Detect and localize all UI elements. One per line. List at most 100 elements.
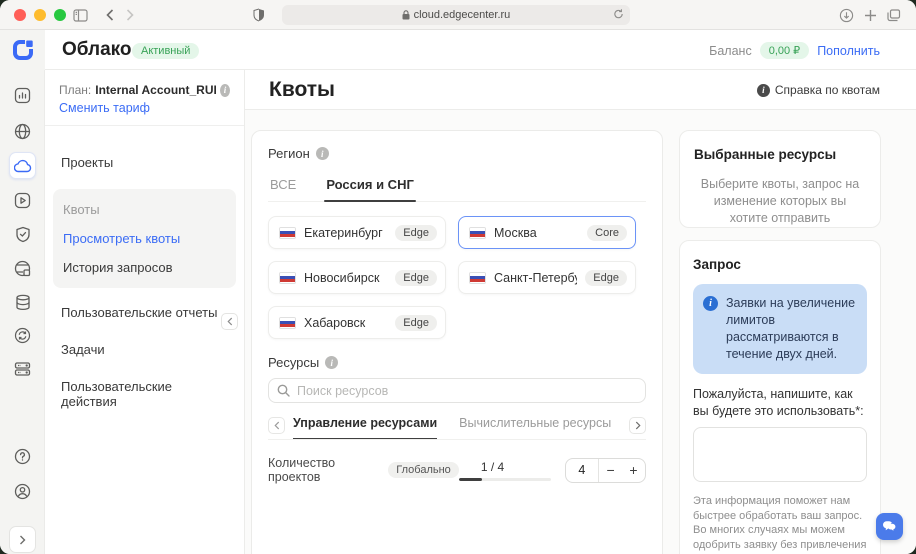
city-card-petersburg[interactable]: Санкт-Петербург Edge	[458, 261, 636, 294]
forward-button[interactable]	[120, 5, 140, 25]
sidebar-collapse-button[interactable]	[221, 313, 238, 330]
quota-name-label: Количество проектов	[268, 456, 382, 484]
city-card-novosibirsk[interactable]: Новосибирск Edge	[268, 261, 446, 294]
help-icon	[14, 448, 31, 465]
rail-item-servers[interactable]	[9, 355, 36, 382]
russia-flag-icon	[469, 227, 486, 239]
request-title: Запрос	[693, 257, 867, 272]
region-tab-russia[interactable]: Россия и СНГ	[324, 171, 416, 201]
sidebar-item-tasks[interactable]: Задачи	[45, 333, 244, 366]
rail-item-network[interactable]	[9, 118, 36, 145]
globe-node-icon	[14, 260, 31, 277]
reload-icon[interactable]	[613, 8, 624, 23]
request-infobox: i Заявки на увеличение лимитов рассматри…	[693, 284, 867, 374]
plan-info-icon[interactable]: i	[220, 84, 230, 97]
region-tabs: ВСЕ Россия и СНГ	[268, 171, 646, 202]
edgecenter-logo[interactable]	[11, 38, 35, 62]
page-title: Квоты	[269, 78, 335, 102]
city-grid: Екатеринбург Edge Москва Core Новосибирс…	[268, 216, 646, 339]
play-icon	[14, 192, 31, 209]
city-name: Новосибирск	[304, 271, 387, 285]
stepper-decrease-button[interactable]: −	[599, 459, 622, 482]
request-usage-textarea[interactable]	[693, 427, 867, 482]
plan-label: План:	[59, 83, 91, 98]
quota-help-link[interactable]: i Справка по квотам	[757, 83, 880, 97]
russia-flag-icon	[279, 317, 296, 329]
rail-item-storage[interactable]	[9, 289, 36, 316]
back-button[interactable]	[100, 5, 120, 25]
sidebar-toggle-icon[interactable]	[70, 5, 90, 25]
tier-badge: Edge	[395, 270, 437, 286]
quota-card: Регион i ВСЕ Россия и СНГ Екатеринбург E…	[251, 130, 663, 554]
info-icon: i	[757, 84, 770, 97]
city-name: Санкт-Петербург	[494, 271, 577, 285]
rail-item-stats[interactable]	[9, 82, 36, 109]
tier-badge: Edge	[395, 225, 437, 241]
status-badge: Активный	[132, 43, 199, 59]
sidebar-item-quotas[interactable]: Квоты	[53, 195, 236, 224]
city-name: Хабаровск	[304, 316, 387, 330]
resources-info-icon[interactable]: i	[325, 356, 338, 369]
search-icon	[277, 384, 290, 397]
sidebar-item-view-quotas[interactable]: Просмотреть квоты	[53, 224, 236, 253]
zoom-window-button[interactable]	[54, 9, 66, 21]
topup-link[interactable]: Пополнить	[817, 44, 880, 58]
usage-bar	[459, 478, 551, 481]
quota-help-label: Справка по квотам	[775, 83, 880, 97]
stepper-increase-button[interactable]: +	[622, 459, 645, 482]
tab-compute-resources[interactable]: Вычислительные ресурсы	[459, 411, 611, 439]
tabs-scroll-right-button[interactable]	[629, 417, 646, 434]
rail-item-account[interactable]	[9, 478, 36, 505]
shield-check-icon	[15, 226, 31, 243]
tab-resource-management[interactable]: Управление ресурсами	[293, 411, 437, 439]
rail-item-help[interactable]	[9, 443, 36, 470]
sidebar-item-user-reports[interactable]: Пользовательские отчеты	[45, 296, 244, 329]
request-info-text: Заявки на увеличение лимитов рассматрива…	[726, 295, 857, 363]
sidebar: План: Internal Account_RUB_Cl... i Смени…	[45, 70, 245, 554]
chevron-left-icon	[274, 421, 280, 430]
balance-label: Баланс	[709, 44, 752, 58]
bar-chart-icon	[14, 87, 31, 104]
privacy-shield-icon[interactable]	[249, 5, 269, 25]
sidebar-item-projects[interactable]: Проекты	[45, 146, 244, 179]
rail-item-streaming[interactable]	[9, 187, 36, 214]
usage-text: 1 / 4	[459, 460, 551, 474]
selected-resources-card: Выбранные ресурсы Выберите квоты, запрос…	[679, 130, 881, 228]
tab-overview-icon[interactable]	[884, 5, 904, 25]
rail-expand-button[interactable]	[9, 526, 36, 553]
support-chat-button[interactable]	[876, 513, 903, 540]
minimize-window-button[interactable]	[34, 9, 46, 21]
tabs-scroll-left-button[interactable]	[268, 417, 285, 434]
request-helper-text: Эта информация поможет нам быстрее обраб…	[693, 494, 867, 554]
quota-row-projects: Количество проектов Глобально 1 / 4 4 − …	[268, 456, 646, 484]
url-bar[interactable]: cloud.edgecenter.ru	[282, 5, 630, 25]
balance-value-badge: 0,00 ₽	[760, 42, 809, 59]
city-card-ekaterinburg[interactable]: Екатеринбург Edge	[268, 216, 446, 249]
rail-item-sync[interactable]	[9, 322, 36, 349]
city-card-moscow[interactable]: Москва Core	[458, 216, 636, 249]
region-tab-all[interactable]: ВСЕ	[268, 171, 298, 201]
cloud-icon	[14, 159, 32, 173]
new-tab-icon[interactable]	[860, 5, 880, 25]
sidebar-quota-group: Квоты Просмотреть квоты История запросов	[53, 189, 236, 288]
region-info-icon[interactable]: i	[316, 147, 329, 160]
stepper-value[interactable]: 4	[566, 463, 599, 477]
change-tariff-link[interactable]: Сменить тариф	[45, 98, 244, 126]
sidebar-item-user-actions[interactable]: Пользовательские действия	[45, 370, 244, 418]
resource-searchbox[interactable]	[268, 378, 646, 403]
close-window-button[interactable]	[14, 9, 26, 21]
main-area: Квоты i Справка по квотам Регион i ВСЕ Р…	[245, 70, 916, 554]
rail-item-cloud[interactable]	[9, 152, 36, 179]
request-usage-label: Пожалуйста, напишите, как вы будете это …	[693, 386, 867, 420]
rail-item-cdn[interactable]	[9, 255, 36, 282]
resource-search-input[interactable]	[297, 384, 637, 398]
sidebar-item-request-history[interactable]: История запросов	[53, 253, 236, 282]
info-icon: i	[703, 296, 718, 311]
tier-badge: Edge	[585, 270, 627, 286]
resources-label: Ресурсы	[268, 355, 319, 370]
quota-stepper: 4 − +	[565, 458, 646, 483]
rail-item-security[interactable]	[9, 221, 36, 248]
downloads-icon[interactable]	[836, 5, 856, 25]
chat-bubbles-icon	[882, 520, 897, 533]
city-card-khabarovsk[interactable]: Хабаровск Edge	[268, 306, 446, 339]
